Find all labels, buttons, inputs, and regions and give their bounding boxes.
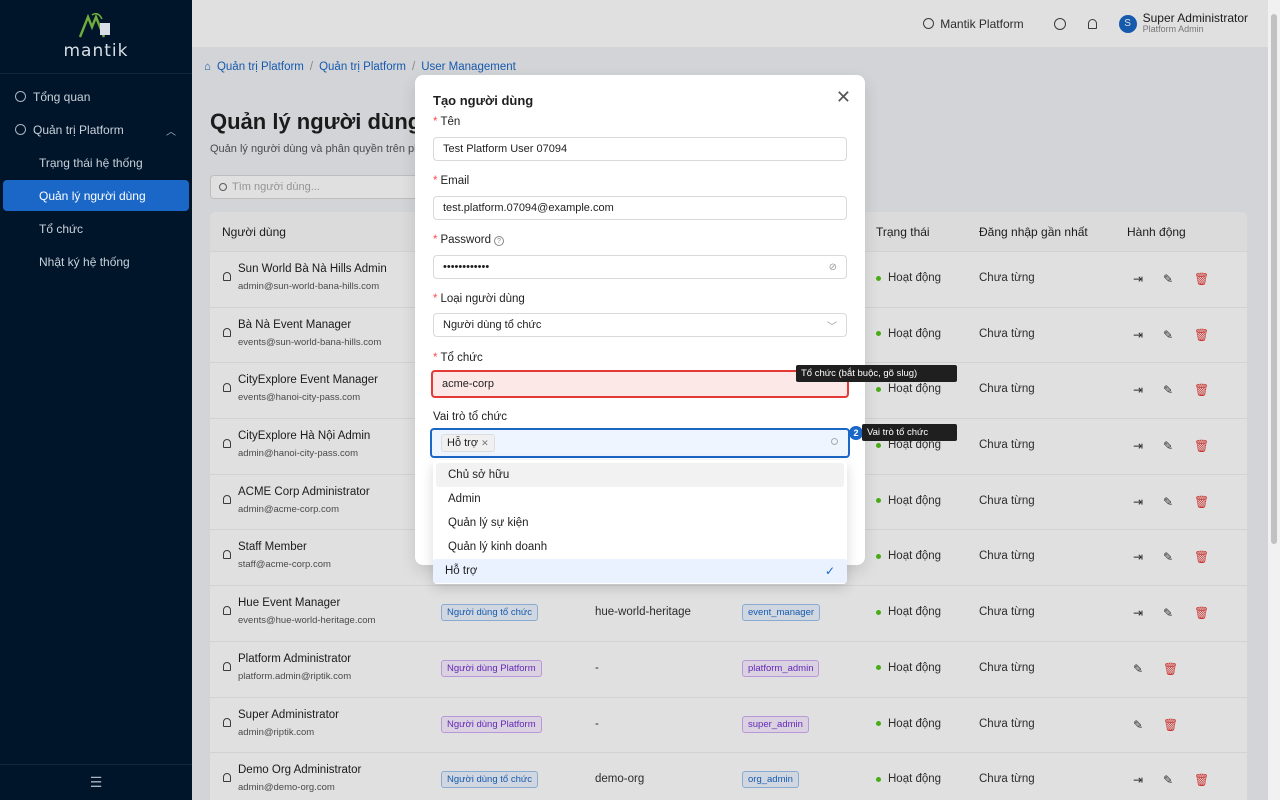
sidebar-item-overview[interactable]: Tổng quan <box>0 80 192 113</box>
option-support[interactable]: Hỗ trợ ✓ <box>433 559 847 583</box>
org-role-select[interactable]: Hỗ trợ ✕ <box>430 428 850 458</box>
name-label: * Tên <box>433 116 461 128</box>
option-label: Hỗ trợ <box>445 565 478 577</box>
logo-text: mantik <box>63 40 129 61</box>
dashboard-icon <box>15 91 26 102</box>
sidebar-item-label: Trạng thái hệ thống <box>39 155 143 170</box>
organization-tooltip: Tổ chức (bắt buộc, gõ slug) <box>796 365 957 382</box>
email-field[interactable]: test.platform.07094@example.com <box>433 196 847 220</box>
sidebar-item-platform-admin[interactable]: Quản trị Platform ︿ <box>0 113 192 146</box>
option-business-manager[interactable]: Quản lý kinh doanh <box>436 535 844 559</box>
scrollbar-thumb[interactable] <box>1271 14 1277 544</box>
search-icon <box>831 438 838 445</box>
org-role-label: Vai trò tổ chức <box>433 411 507 423</box>
password-label: * Password? <box>433 234 504 246</box>
sidebar-item-organizations[interactable]: Tổ chức <box>0 212 192 245</box>
sidebar-item-label: Quản lý người dùng <box>39 188 146 203</box>
user-type-select[interactable]: Người dùng tổ chức ﹀ <box>433 313 847 337</box>
organization-field[interactable]: acme-corp <box>431 370 849 398</box>
check-icon: ✓ <box>824 564 835 578</box>
menu-collapse-icon: ☰ <box>89 774 103 790</box>
modal-title: Tạo người dùng <box>433 93 534 108</box>
gear-icon <box>15 124 26 135</box>
step-badge: 2 <box>849 426 863 440</box>
user-type-label: * Loại người dùng <box>433 293 525 305</box>
sidebar-item-system-status[interactable]: Trạng thái hệ thống <box>0 146 192 179</box>
name-field[interactable]: Test Platform User 07094 <box>433 137 847 161</box>
sidebar-item-user-management[interactable]: Quản lý người dùng <box>3 180 189 211</box>
chevron-up-icon: ︿ <box>166 127 176 138</box>
user-type-value: Người dùng tổ chức <box>443 319 542 331</box>
role-chip-label: Hỗ trợ <box>447 437 479 449</box>
sidebar-item-label: Nhật ký hệ thống <box>39 254 130 269</box>
password-field[interactable]: •••••••••••• ⊘ <box>433 255 847 279</box>
org-role-tooltip: Vai trò tổ chức <box>862 424 957 441</box>
eye-off-icon[interactable]: ⊘ <box>829 262 837 273</box>
collapse-sidebar-button[interactable]: ☰ <box>0 764 192 800</box>
option-admin[interactable]: Admin <box>436 487 844 511</box>
org-role-dropdown: Chủ sở hữu Admin Quản lý sự kiện Quản lý… <box>433 460 847 584</box>
chevron-down-icon: ﹀ <box>827 322 837 333</box>
sidebar-item-label: Tổ chức <box>39 221 84 236</box>
email-label: * Email <box>433 175 470 187</box>
sidebar: mantik Tổng quan Quản trị Platform ︿ Trạ… <box>0 0 192 800</box>
logo-mark-icon <box>78 12 110 37</box>
sidebar-item-label: Tổng quan <box>33 89 91 104</box>
option-event-manager[interactable]: Quản lý sự kiện <box>436 511 844 535</box>
password-value: •••••••••••• <box>443 261 490 273</box>
sidebar-item-system-log[interactable]: Nhật ký hệ thống <box>0 245 192 278</box>
remove-icon[interactable]: ✕ <box>481 438 489 448</box>
organization-label: * Tổ chức <box>433 352 483 364</box>
logo[interactable]: mantik <box>0 0 192 74</box>
option-owner[interactable]: Chủ sở hữu <box>436 463 844 487</box>
page-scrollbar[interactable] <box>1268 0 1280 800</box>
role-chip: Hỗ trợ ✕ <box>441 434 495 452</box>
close-icon[interactable]: ✕ <box>836 87 851 108</box>
help-icon[interactable]: ? <box>493 236 504 246</box>
sidebar-item-label: Quản trị Platform <box>33 122 124 137</box>
